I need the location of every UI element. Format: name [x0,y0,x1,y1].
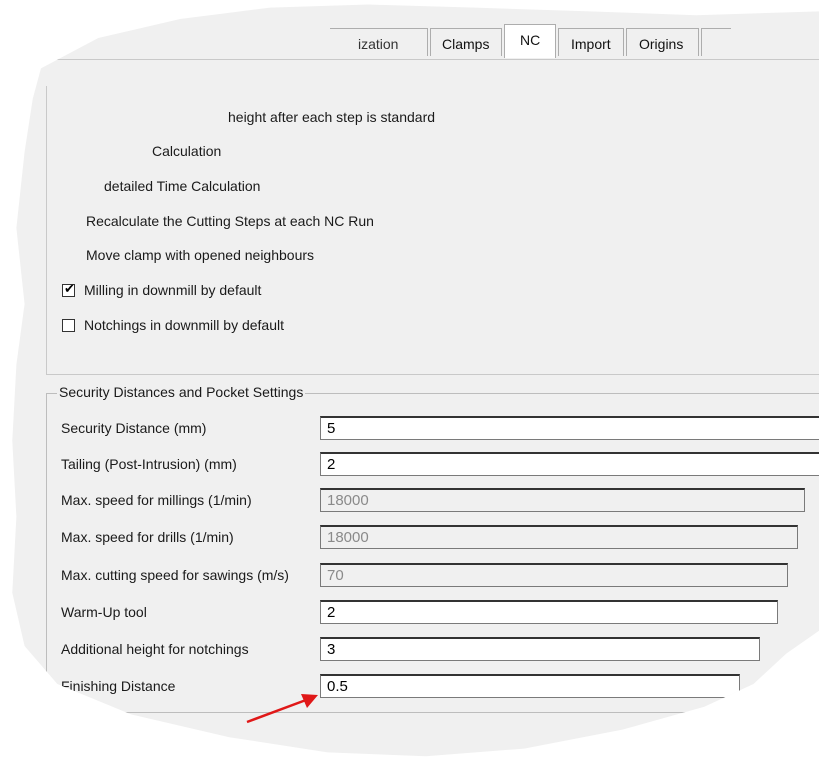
max-speed-millings-input: 18000 [320,488,805,512]
option-label: Recalculate the Cutting Steps at each NC… [86,213,374,229]
option-notchings-downmill[interactable]: Notchings in downmill by default [62,315,284,335]
option-milling-downmill[interactable]: ✔ Milling in downmill by default [62,280,261,300]
group-title: Security Distances and Pocket Settings [57,384,306,400]
security-distance-label: Security Distance (mm) [61,420,207,436]
tab-import[interactable]: Import [558,28,624,56]
tab-visualization[interactable]: ization [330,28,428,56]
tab-origins[interactable]: Origins [626,28,699,56]
tailing-label: Tailing (Post-Intrusion) (mm) [61,456,237,472]
security-distances-group: Security Distances and Pocket Settings [46,384,819,713]
finishing-distance-label: Finishing Distance [61,678,176,694]
tab-more[interactable] [701,28,731,56]
checkmark-icon: ✔ [64,281,75,297]
option-recalculate-cutting-steps[interactable]: Recalculate the Cutting Steps at each NC… [86,211,374,231]
option-label: detailed Time Calculation [104,178,261,194]
additional-height-label: Additional height for notchings [61,641,249,657]
tab-label: Origins [639,36,684,52]
tab-separator [12,59,819,60]
option-label: height after each step is standard [228,109,436,125]
notchings-downmill-checkbox[interactable] [62,318,75,332]
option-height-after-step[interactable]: height after each step is standard [228,107,435,127]
option-label: Notchings in downmill by default [84,317,284,333]
tab-nc[interactable]: NC [504,24,556,58]
tab-label: NC [520,32,541,48]
option-label: Calculation [152,143,222,159]
option-label: Move clamp with opened neighbours [86,247,315,263]
options-panel: ization Clamps NC Import Origins height … [12,4,819,757]
tab-label: ization [358,36,399,52]
option-calculation[interactable]: Calculation [152,141,221,161]
warm-up-tool-label: Warm-Up tool [61,604,147,620]
max-cutting-speed-label: Max. cutting speed for sawings (m/s) [61,567,289,583]
option-move-clamp[interactable]: Move clamp with opened neighbours [86,245,314,265]
max-cutting-speed-input: 70 [320,563,788,587]
warm-up-tool-input[interactable]: 2 [320,600,778,624]
option-detailed-time-calculation[interactable]: detailed Time Calculation [104,176,260,196]
additional-height-input[interactable]: 3 [320,637,760,661]
max-speed-drills-label: Max. speed for drills (1/min) [61,529,234,545]
tailing-input[interactable]: 2 [320,452,819,476]
tab-label: Import [571,36,611,52]
security-distance-input[interactable]: 5 [320,416,819,440]
finishing-distance-input[interactable]: 0.5 [320,674,740,698]
tab-label: Clamps [442,36,490,52]
max-speed-drills-input: 18000 [320,525,798,549]
option-label: Milling in downmill by default [84,282,262,298]
tab-clamps[interactable]: Clamps [430,28,502,56]
max-speed-millings-label: Max. speed for millings (1/min) [61,492,252,508]
tab-strip: ization Clamps NC Import Origins [12,24,819,60]
milling-downmill-checkbox[interactable]: ✔ [62,281,75,297]
